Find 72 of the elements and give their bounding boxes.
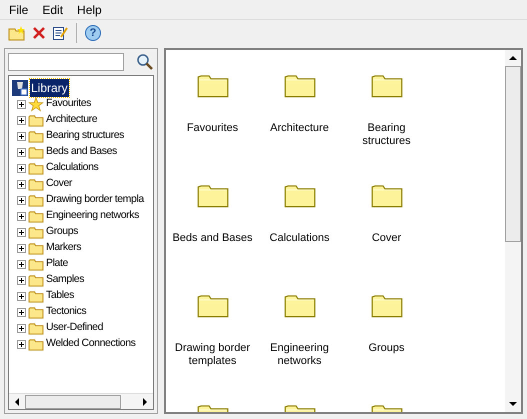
expand-icon[interactable] — [17, 100, 26, 108]
folder-label[interactable]: Engineering networks — [256, 342, 342, 368]
expand-icon[interactable] — [17, 292, 26, 300]
delete-icon[interactable] — [32, 26, 46, 40]
scroll-thumb[interactable] — [25, 394, 121, 408]
folder-icon — [28, 306, 44, 318]
expand-icon[interactable] — [17, 308, 26, 316]
tree-item[interactable]: Calculations — [46, 160, 98, 176]
scroll-thumb[interactable] — [505, 66, 521, 242]
tree-item[interactable]: User-Defined — [46, 320, 104, 336]
expand-icon[interactable] — [17, 228, 26, 236]
tree-item[interactable]: Architecture — [46, 112, 98, 128]
new-folder-icon[interactable] — [8, 25, 26, 41]
tree-item[interactable]: Bearing structures — [46, 128, 124, 144]
search-field[interactable] — [8, 53, 124, 71]
tree-item[interactable]: Library — [30, 78, 69, 96]
tree-item[interactable]: Welded Connections — [46, 336, 136, 352]
folder-label[interactable]: Bearing structures — [344, 122, 430, 148]
expand-icon[interactable] — [17, 116, 26, 124]
folder-icon — [28, 226, 44, 238]
expand-icon[interactable] — [17, 244, 26, 252]
folder-label[interactable]: Beds and Bases — [170, 232, 256, 245]
menu-item[interactable]: Edit — [35, 0, 70, 18]
folder-icon — [28, 178, 44, 190]
tree-item[interactable]: Beds and Bases — [46, 144, 117, 160]
expand-icon[interactable] — [17, 340, 26, 348]
expand-icon[interactable] — [17, 276, 26, 284]
star-icon — [28, 96, 44, 112]
horizontal-scrollbar[interactable] — [9, 393, 153, 409]
tree-item[interactable]: Plate — [46, 256, 68, 272]
folder-icon — [28, 130, 44, 142]
menu-item[interactable]: Help — [70, 0, 109, 18]
expand-icon[interactable] — [17, 260, 26, 268]
folder-icon — [28, 146, 44, 158]
folder-label[interactable]: Cover — [344, 232, 430, 245]
help-button[interactable]: ? — [85, 25, 101, 41]
library-icon — [12, 80, 28, 96]
tree-item[interactable]: Markers — [46, 240, 82, 256]
folder-icon — [28, 162, 44, 174]
vertical-scrollbar[interactable] — [505, 50, 521, 412]
tree-item[interactable]: Drawing border templa — [46, 192, 144, 208]
folder-icon — [28, 258, 44, 270]
folder-icon — [28, 194, 44, 206]
folder-label[interactable]: Drawing border templates — [170, 342, 256, 368]
folder-label[interactable]: Favourites — [170, 122, 256, 135]
expand-icon[interactable] — [17, 180, 26, 188]
tree-item[interactable]: Cover — [46, 176, 72, 192]
folder-label[interactable]: Groups — [344, 342, 430, 355]
folder-icon — [28, 114, 44, 126]
folder-label[interactable]: Calculations — [256, 232, 342, 245]
menu-item[interactable]: File — [2, 0, 36, 18]
expand-icon[interactable] — [17, 132, 26, 140]
expand-icon[interactable] — [17, 212, 26, 220]
folder-icon — [28, 290, 44, 302]
expand-icon[interactable] — [17, 324, 26, 332]
tree-item[interactable]: Engineering networks — [46, 208, 139, 224]
folder-label[interactable]: Architecture — [256, 122, 342, 135]
folder-icon — [28, 242, 44, 254]
tree-item[interactable]: Groups — [46, 224, 78, 240]
expand-icon[interactable] — [17, 196, 26, 204]
folder-icon — [28, 274, 44, 286]
expand-icon[interactable] — [17, 148, 26, 156]
tree-item[interactable]: Samples — [46, 272, 84, 288]
tree-item[interactable]: Tectonics — [46, 304, 86, 320]
folder-icon — [28, 210, 44, 222]
tree-item[interactable]: Favourites — [46, 96, 92, 112]
folder-icon — [28, 322, 44, 334]
tree-item[interactable]: Tables — [46, 288, 74, 304]
search-icon[interactable] — [136, 53, 154, 71]
expand-icon[interactable] — [17, 164, 26, 172]
folder-icon — [28, 338, 44, 350]
edit-icon[interactable] — [52, 25, 68, 41]
